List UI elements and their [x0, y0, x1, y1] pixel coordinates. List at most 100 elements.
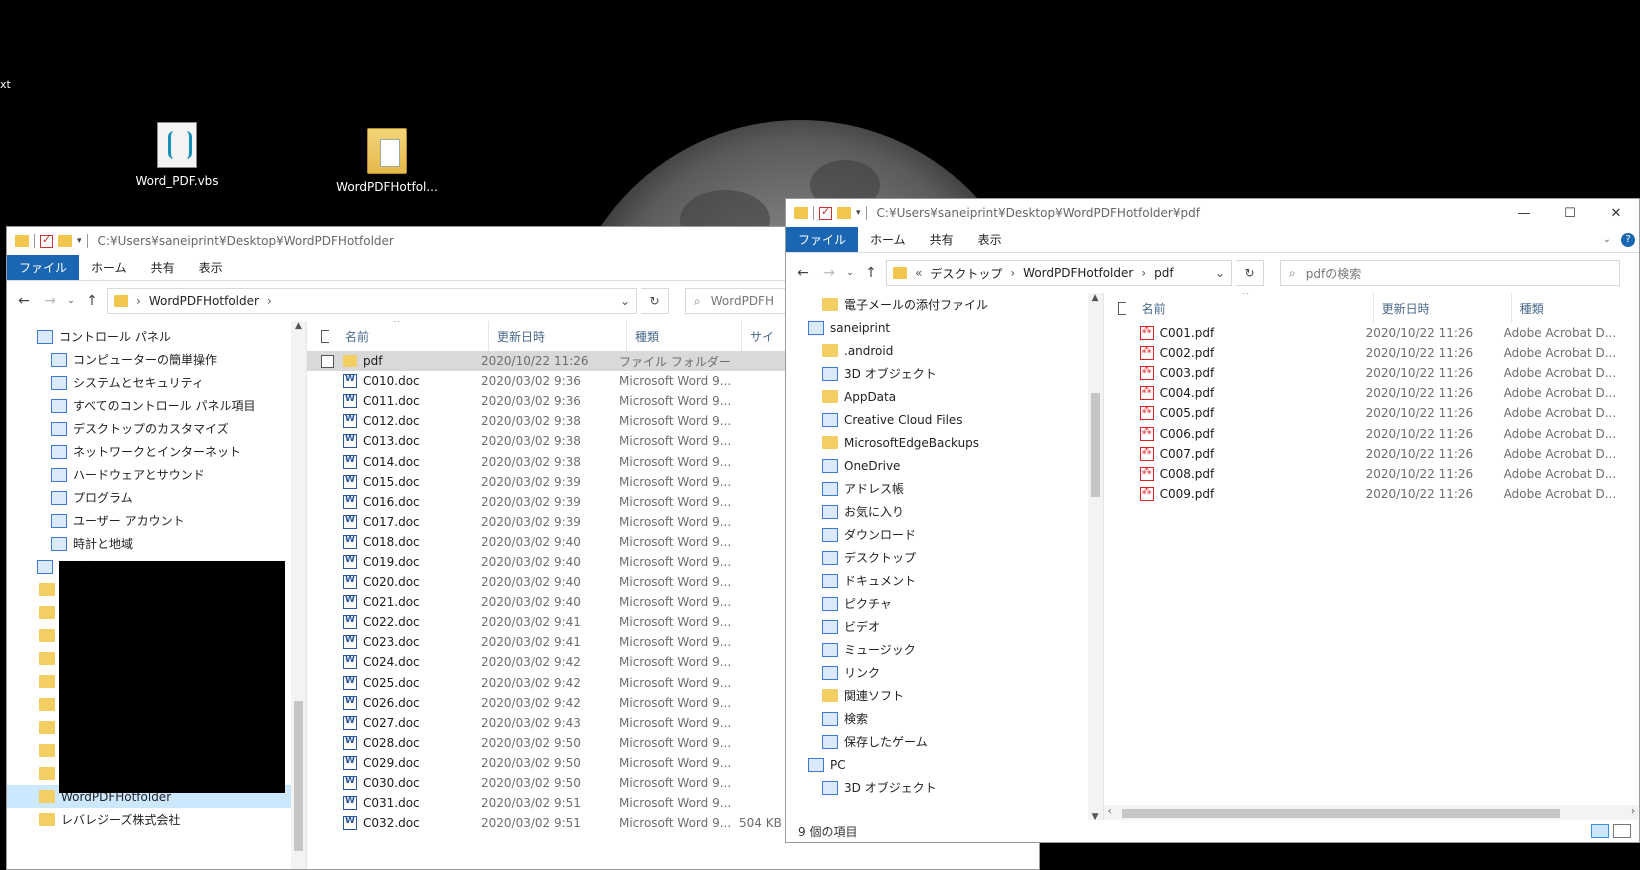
back-arrow-icon[interactable]: ← — [792, 265, 814, 281]
nav-item[interactable]: デスクトップのカスタマイズ — [7, 417, 306, 440]
nav-scrollbar[interactable]: ▲ ▼ — [1087, 293, 1103, 822]
nav-scrollbar[interactable]: ▲ — [291, 321, 306, 869]
nav-item[interactable]: 3D オブジェクト — [786, 362, 1103, 385]
tab-file[interactable]: ファイル — [7, 255, 80, 280]
up-arrow-icon[interactable]: ↑ — [860, 265, 882, 281]
select-all-checkbox[interactable] — [1117, 301, 1126, 315]
file-row[interactable]: C007.pdf 2020/10/22 11:26 Adobe Acrobat D.… — [1104, 444, 1639, 464]
column-name[interactable]: 名前 — [1134, 293, 1374, 323]
scroll-right-icon[interactable]: › — [1631, 806, 1635, 817]
properties-icon[interactable] — [819, 205, 832, 220]
forward-arrow-icon[interactable]: → — [818, 265, 840, 281]
column-name[interactable]: 名前 — [337, 321, 489, 351]
tab-file[interactable]: ファイル — [786, 227, 859, 252]
file-row[interactable]: C006.pdf 2020/10/22 11:26 Adobe Acrobat D.… — [1104, 423, 1639, 443]
up-arrow-icon[interactable]: ↑ — [81, 293, 103, 309]
expand-ribbon-icon[interactable]: ⌄ — [1603, 234, 1611, 245]
scroll-up-icon[interactable]: ▲ — [291, 321, 306, 331]
breadcrumb-item[interactable]: pdf — [1154, 266, 1173, 280]
nav-item[interactable]: ドキュメント — [786, 569, 1103, 592]
breadcrumb-overflow[interactable]: « — [915, 266, 922, 280]
address-dropdown-icon[interactable]: ⌄ — [620, 294, 630, 308]
nav-item[interactable]: ミュージック — [786, 638, 1103, 661]
column-type[interactable]: 種類 — [627, 321, 742, 351]
close-icon[interactable]: ✕ — [1593, 199, 1639, 227]
chevron-right-icon[interactable]: › — [267, 294, 272, 308]
nav-item[interactable]: デスクトップ — [786, 546, 1103, 569]
nav-item[interactable]: プログラム — [7, 486, 306, 509]
nav-item[interactable]: 時計と地域 — [7, 532, 306, 555]
refresh-icon[interactable]: ↻ — [641, 288, 669, 314]
nav-item[interactable]: ビデオ — [786, 615, 1103, 638]
row-checkbox[interactable] — [321, 354, 334, 368]
address-dropdown-icon[interactable]: ⌄ — [1215, 266, 1225, 280]
maximize-icon[interactable]: ☐ — [1547, 199, 1593, 227]
tab-home[interactable]: ホーム — [858, 227, 918, 252]
customize-dropdown-icon[interactable]: ▾ — [856, 208, 861, 218]
nav-item[interactable]: 3D オブジェクト — [786, 776, 1103, 799]
new-folder-icon[interactable] — [58, 235, 72, 247]
nav-item[interactable]: ユーザー アカウント — [7, 509, 306, 532]
nav-item[interactable]: リンク — [786, 661, 1103, 684]
nav-item[interactable]: MicrosoftEdgeBackups — [786, 431, 1103, 454]
nav-item[interactable]: Creative Cloud Files — [786, 408, 1103, 431]
nav-item[interactable]: .android — [786, 339, 1103, 362]
nav-item[interactable]: ダウンロード — [786, 523, 1103, 546]
chevron-right-icon[interactable]: › — [1010, 266, 1015, 280]
tab-share[interactable]: 共有 — [139, 255, 187, 280]
minimize-icon[interactable]: — — [1501, 199, 1547, 227]
nav-item[interactable]: saneiprint — [786, 316, 1103, 339]
recent-dropdown-icon[interactable]: ⌄ — [844, 268, 856, 278]
nav-item[interactable]: レバレジーズ株式会社 — [7, 808, 306, 831]
customize-dropdown-icon[interactable]: ▾ — [77, 236, 82, 246]
desktop-icon-folder[interactable]: WordPDFHotfol... — [332, 128, 442, 194]
file-row[interactable]: C009.pdf 2020/10/22 11:26 Adobe Acrobat D.… — [1104, 484, 1639, 504]
title-bar[interactable]: ▾ C:¥Users¥saneiprint¥Desktop¥WordPDFHot… — [786, 199, 1639, 227]
nav-item[interactable]: PC — [786, 753, 1103, 776]
address-bar[interactable]: › WordPDFHotfolder › ⌄ — [107, 288, 637, 314]
nav-item[interactable]: コンピューターの簡単操作 — [7, 348, 306, 371]
nav-item[interactable]: OneDrive — [786, 454, 1103, 477]
nav-item[interactable]: 保存したゲーム — [786, 730, 1103, 753]
nav-item[interactable]: AppData — [786, 385, 1103, 408]
nav-item[interactable]: 検索 — [786, 707, 1103, 730]
column-date[interactable]: 更新日時 — [1374, 293, 1512, 323]
column-date[interactable]: 更新日時 — [489, 321, 627, 351]
file-row[interactable]: C008.pdf 2020/10/22 11:26 Adobe Acrobat D.… — [1104, 464, 1639, 484]
chevron-right-icon[interactable]: › — [1141, 266, 1146, 280]
file-row[interactable]: C002.pdf 2020/10/22 11:26 Adobe Acrobat D.… — [1104, 343, 1639, 363]
tab-home[interactable]: ホーム — [79, 255, 139, 280]
details-view-icon[interactable] — [1591, 824, 1609, 838]
desktop-icon-vbs[interactable]: Word_PDF.vbs — [122, 122, 232, 188]
scroll-up-icon[interactable]: ▲ — [1088, 293, 1103, 303]
scroll-left-icon[interactable]: ‹ — [1108, 806, 1112, 817]
nav-item[interactable]: お気に入り — [786, 500, 1103, 523]
search-box[interactable]: ⌕ pdfの検索 — [1280, 260, 1620, 286]
tab-view[interactable]: 表示 — [966, 227, 1014, 252]
nav-item[interactable]: コントロール パネル — [7, 325, 306, 348]
nav-item[interactable]: すべてのコントロール パネル項目 — [7, 394, 306, 417]
nav-item[interactable]: ネットワークとインターネット — [7, 440, 306, 463]
nav-item[interactable]: ピクチャ — [786, 592, 1103, 615]
breadcrumb-item[interactable]: WordPDFHotfolder — [1023, 266, 1133, 280]
nav-item[interactable]: 関連ソフト — [786, 684, 1103, 707]
forward-arrow-icon[interactable]: → — [39, 293, 61, 309]
file-row[interactable]: C005.pdf 2020/10/22 11:26 Adobe Acrobat D.… — [1104, 403, 1639, 423]
recent-dropdown-icon[interactable]: ⌄ — [65, 296, 77, 306]
file-row[interactable]: C003.pdf 2020/10/22 11:26 Adobe Acrobat D.… — [1104, 363, 1639, 383]
column-type[interactable]: 種類 — [1512, 293, 1632, 323]
help-icon[interactable]: ? — [1621, 232, 1635, 247]
new-folder-icon[interactable] — [837, 207, 851, 219]
nav-item[interactable]: 電子メールの添付ファイル — [786, 293, 1103, 316]
tab-view[interactable]: 表示 — [187, 255, 235, 280]
nav-item[interactable]: ハードウェアとサウンド — [7, 463, 306, 486]
refresh-icon[interactable]: ↻ — [1236, 260, 1264, 286]
back-arrow-icon[interactable]: ← — [13, 293, 35, 309]
properties-icon[interactable] — [40, 233, 53, 248]
nav-item[interactable]: アドレス帳 — [786, 477, 1103, 500]
breadcrumb-item[interactable]: デスクトップ — [930, 265, 1002, 282]
large-icons-view-icon[interactable] — [1613, 824, 1631, 838]
file-row[interactable]: C001.pdf 2020/10/22 11:26 Adobe Acrobat D.… — [1104, 323, 1639, 343]
address-bar[interactable]: « デスクトップ › WordPDFHotfolder › pdf ⌄ — [886, 260, 1232, 286]
nav-item[interactable]: システムとセキュリティ — [7, 371, 306, 394]
